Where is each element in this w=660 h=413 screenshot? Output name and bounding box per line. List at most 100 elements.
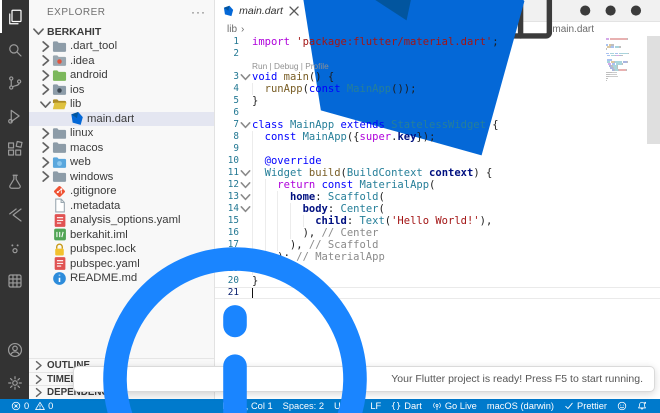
- activity-bar: [0, 0, 29, 399]
- indent-guide: [264, 191, 266, 203]
- minimap[interactable]: [606, 38, 646, 84]
- code-line-14[interactable]: 14 body: Center(: [215, 203, 660, 215]
- breadcrumb-file[interactable]: main.dart: [552, 24, 594, 35]
- status-errors[interactable]: 0: [8, 401, 32, 411]
- line-number[interactable]: 10: [215, 155, 239, 167]
- line-number[interactable]: 15: [215, 215, 239, 227]
- tree-item--gitignore[interactable]: .gitignore: [29, 184, 214, 199]
- activity-item-dev-tools[interactable]: [0, 231, 29, 264]
- activity-item-search[interactable]: [0, 33, 29, 66]
- breadcrumb-folder[interactable]: lib: [227, 24, 237, 35]
- indent-guide: [277, 191, 279, 203]
- grid-icon: [6, 272, 24, 290]
- tree-item-main-dart[interactable]: main.dart: [29, 111, 214, 126]
- indent-guide: [252, 167, 253, 179]
- tree-item-label: lib: [70, 98, 82, 111]
- fold-chevron-icon[interactable]: [239, 167, 252, 179]
- activity-item-flutter[interactable]: [0, 198, 29, 231]
- line-number[interactable]: 6: [215, 107, 239, 119]
- activity-item-settings[interactable]: [0, 366, 29, 399]
- status-prettier[interactable]: Prettier: [559, 401, 612, 411]
- yaml-icon: [52, 256, 67, 271]
- tree-item-windows[interactable]: windows: [29, 170, 214, 185]
- fold-chevron-icon[interactable]: [239, 119, 252, 131]
- line-number[interactable]: 4: [215, 83, 239, 95]
- tree-item-macos[interactable]: macos: [29, 141, 214, 156]
- fold-chevron-icon[interactable]: [239, 191, 252, 203]
- fold-chevron-icon[interactable]: [239, 179, 252, 191]
- indent-guide: [252, 143, 253, 155]
- line-number[interactable]: 12: [215, 179, 239, 191]
- activity-item-testing[interactable]: [0, 165, 29, 198]
- code-line-text: void main() {: [252, 71, 335, 83]
- tree-root-berkahit[interactable]: BERKAHIT: [29, 24, 214, 39]
- more-actions-icon[interactable]: ···: [191, 5, 206, 19]
- tree-item-ios[interactable]: ios: [29, 83, 214, 98]
- sidebar-title: EXPLORER: [47, 6, 106, 18]
- dart-icon: [222, 5, 234, 17]
- activity-item-extensions[interactable]: [0, 132, 29, 165]
- indent-guide: [252, 131, 253, 143]
- activity-item-accounts[interactable]: [0, 333, 29, 366]
- code-line-11[interactable]: 11 Widget build(BuildContext context) {: [215, 167, 660, 179]
- code-line-2[interactable]: 2: [215, 48, 660, 60]
- tree-item-analysis-options-yaml[interactable]: analysis_options.yaml: [29, 213, 214, 228]
- code-line-text: home: Scaffold(: [252, 191, 660, 203]
- indent-guide: [277, 215, 279, 227]
- status-warnings[interactable]: 0: [32, 401, 56, 411]
- code-line-10[interactable]: 10 @override: [215, 155, 660, 167]
- code-line-3[interactable]: 3 void main() {: [215, 71, 660, 83]
- line-number[interactable]: 1: [215, 36, 239, 48]
- tree-item--idea[interactable]: .idea: [29, 54, 214, 69]
- code-line-7[interactable]: 7 class MainApp extends StatelessWidget {: [215, 119, 660, 131]
- code-line-1[interactable]: 1 import 'package:flutter/material.dart';: [215, 36, 660, 48]
- status-platform[interactable]: macOS (darwin): [482, 401, 559, 411]
- code-line-8[interactable]: 8 const MainApp({super.key});: [215, 131, 660, 143]
- tree-item-linux[interactable]: linux: [29, 126, 214, 141]
- code-line-9[interactable]: 9: [215, 143, 660, 155]
- account-icon: [6, 341, 24, 359]
- activity-item-run-and-debug[interactable]: [0, 99, 29, 132]
- code-line-13[interactable]: 13 home: Scaffold(: [215, 191, 660, 203]
- code-line-12[interactable]: 12 return const MaterialApp(: [215, 179, 660, 191]
- tree-item-label: linux: [70, 127, 94, 140]
- line-number[interactable]: 3: [215, 71, 239, 83]
- status-language-mode[interactable]: Dart: [386, 401, 427, 411]
- codelens-actions[interactable]: Run | Debug | Profile: [252, 61, 329, 71]
- line-number[interactable]: 7: [215, 119, 239, 131]
- indent-guide: [252, 203, 253, 215]
- line-number[interactable]: 2: [215, 48, 239, 60]
- line-number[interactable]: 8: [215, 131, 239, 143]
- activity-item-explorer[interactable]: [0, 0, 29, 33]
- fold-chevron-icon[interactable]: [239, 203, 252, 215]
- chevron-right-icon: [39, 69, 52, 82]
- line-number[interactable]: 11: [215, 167, 239, 179]
- tree-item--metadata[interactable]: .metadata: [29, 198, 214, 214]
- code-line-15[interactable]: 15 child: Text('Hello World!'),: [215, 215, 660, 227]
- line-number[interactable]: 5: [215, 95, 239, 107]
- line-number[interactable]: 14: [215, 203, 239, 215]
- line-number[interactable]: 13: [215, 191, 239, 203]
- beaker-icon: [6, 173, 24, 191]
- status-notifications[interactable]: [632, 401, 652, 411]
- activity-item-project-grid[interactable]: [0, 264, 29, 297]
- line-number[interactable]: 9: [215, 143, 239, 155]
- code-line-6[interactable]: 6: [215, 107, 660, 119]
- code-line-text: body: Center(: [252, 203, 660, 215]
- tree-item-lib[interactable]: lib: [29, 97, 214, 112]
- status-feedback[interactable]: [612, 401, 632, 411]
- editor-scrollbar[interactable]: [647, 36, 660, 144]
- notification-toast[interactable]: Your Flutter project is ready! Press F5 …: [73, 247, 655, 413]
- activity-item-source-control[interactable]: [0, 66, 29, 99]
- file-icon: [52, 198, 67, 213]
- tree-item-android[interactable]: android: [29, 68, 214, 83]
- code-line-4[interactable]: 4 runApp(const MainApp());: [215, 83, 660, 95]
- code-line-text: [252, 143, 660, 155]
- status-go-live[interactable]: Go Live: [427, 401, 482, 411]
- code-line-5[interactable]: 5}: [215, 95, 660, 107]
- fold-chevron-icon[interactable]: [239, 71, 252, 83]
- tree-item-web[interactable]: web: [29, 155, 214, 170]
- tree-item--dart-tool[interactable]: .dart_tool: [29, 39, 214, 54]
